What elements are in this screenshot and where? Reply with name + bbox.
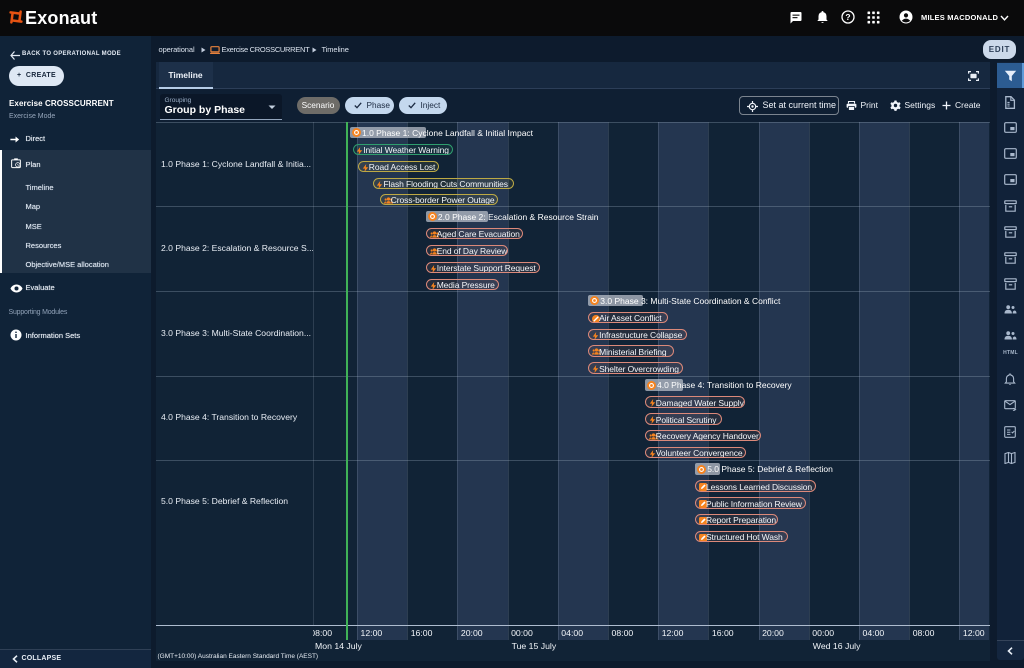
svg-text:?: ? xyxy=(845,12,850,22)
